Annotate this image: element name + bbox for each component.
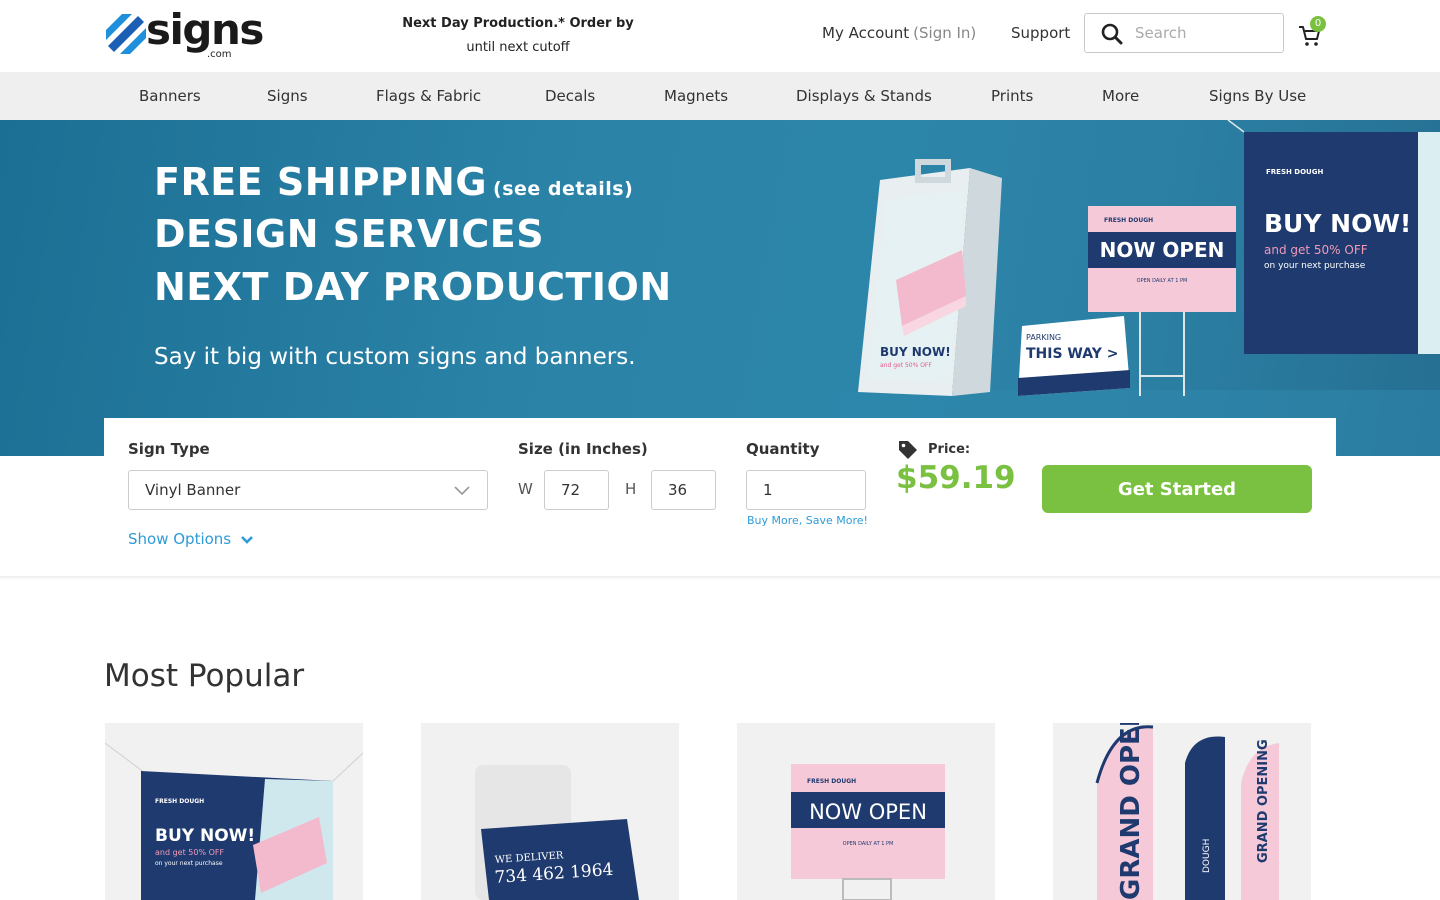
sign-type-label: Sign Type bbox=[128, 440, 210, 458]
next-day-promo: Next Day Production.* Order by until nex… bbox=[398, 12, 638, 60]
card4-flag2-text: DOUGH bbox=[1202, 839, 1212, 873]
nav-item-signs[interactable]: Signs bbox=[267, 87, 308, 105]
promo-line-1: Next Day Production.* Order by bbox=[402, 16, 634, 31]
cart-count-badge: 0 bbox=[1310, 16, 1326, 32]
width-input[interactable] bbox=[544, 470, 609, 510]
get-started-button[interactable]: Get Started bbox=[1042, 465, 1312, 513]
nav-item-signs-by-use[interactable]: Signs By Use bbox=[1209, 87, 1306, 105]
cart-button[interactable]: 0 bbox=[1296, 16, 1328, 50]
height-letter: H bbox=[625, 480, 637, 498]
quantity-input[interactable] bbox=[746, 470, 866, 510]
yard-brand-text: FRESH DOUGH bbox=[1104, 217, 1153, 224]
search-icon[interactable] bbox=[1101, 23, 1123, 45]
sign-configurator: Sign Type Vinyl Banner Show Options Size… bbox=[104, 418, 1336, 576]
chevron-down-icon bbox=[240, 535, 253, 544]
height-input[interactable] bbox=[651, 470, 716, 510]
banner-sub1-text: and get 50% OFF bbox=[1264, 243, 1368, 257]
sign-type-value: Vinyl Banner bbox=[145, 481, 241, 499]
product-card-feather-flags[interactable]: GRAND OPENING DOUGH GRAND OPENING bbox=[1053, 723, 1311, 900]
main-nav: Banners Signs Flags & Fabric Decals Magn… bbox=[0, 72, 1440, 120]
hero-headline-3: NEXT DAY PRODUCTION bbox=[154, 265, 672, 309]
card3-title: NOW OPEN bbox=[809, 800, 927, 824]
card3-brand: FRESH DOUGH bbox=[807, 778, 856, 785]
aframe-subtext: and get 50% OFF bbox=[880, 362, 932, 369]
feather-flags-product-image: GRAND OPENING DOUGH GRAND OPENING bbox=[1095, 723, 1279, 900]
card1-title: BUY NOW! bbox=[155, 826, 255, 846]
chevron-down-icon bbox=[454, 486, 470, 496]
account-label: My Account bbox=[822, 24, 910, 42]
banner-title-text: BUY NOW! bbox=[1264, 209, 1411, 238]
card3-sub: OPEN DAILY AT 1 PM bbox=[843, 841, 894, 847]
price-value: $59.19 bbox=[896, 460, 1016, 496]
show-options-label: Show Options bbox=[128, 530, 232, 548]
nav-item-prints[interactable]: Prints bbox=[991, 87, 1033, 105]
nav-item-banners[interactable]: Banners bbox=[139, 87, 201, 105]
product-card-yard-sign[interactable]: FRESH DOUGH NOW OPEN OPEN DAILY AT 1 PM bbox=[737, 723, 995, 900]
see-details-link[interactable]: (see details) bbox=[493, 178, 633, 200]
support-link[interactable]: Support bbox=[1011, 24, 1070, 42]
aframe-text: BUY NOW! bbox=[880, 345, 951, 359]
card4-flag1-text: GRAND OPENING bbox=[1116, 723, 1146, 900]
logo-suffix: .com bbox=[207, 49, 232, 60]
banner-brand-text: FRESH DOUGH bbox=[1266, 168, 1323, 176]
hero-product-image: BUY NOW! and get 50% OFF NOW OPEN OPEN D… bbox=[840, 120, 1440, 456]
sign-in-link[interactable]: (Sign In) bbox=[913, 24, 976, 42]
yard-sign-subtext: OPEN DAILY AT 1 PM bbox=[1137, 278, 1188, 284]
product-card-aluminum-sign[interactable]: WE DELIVER 734 462 1964 bbox=[421, 723, 679, 900]
free-shipping-text: FREE SHIPPING bbox=[154, 160, 488, 204]
most-popular-title: Most Popular bbox=[104, 658, 305, 694]
card4-flag3-text: GRAND OPENING bbox=[1256, 739, 1271, 863]
sign-type-select[interactable]: Vinyl Banner bbox=[128, 470, 488, 510]
banner-product-image: FRESH DOUGH BUY NOW! and get 50% OFF on … bbox=[105, 742, 363, 900]
parking-main-text: THIS WAY > bbox=[1026, 346, 1118, 362]
signs-logo[interactable]: signs .com bbox=[104, 8, 264, 60]
search-box bbox=[1084, 13, 1284, 53]
nav-item-flags-fabric[interactable]: Flags & Fabric bbox=[376, 87, 481, 105]
hero-headline-1: FREE SHIPPING (see details) bbox=[154, 160, 633, 204]
parking-top-text: PARKING bbox=[1026, 333, 1061, 342]
show-options-link[interactable]: Show Options bbox=[128, 530, 254, 548]
banner-sub2-text: on your next purchase bbox=[1264, 261, 1366, 271]
hero-banner: FREE SHIPPING (see details) DESIGN SERVIC… bbox=[0, 120, 1440, 456]
yard-sign-product-image: FRESH DOUGH NOW OPEN OPEN DAILY AT 1 PM bbox=[791, 764, 945, 900]
nav-item-more[interactable]: More bbox=[1102, 87, 1139, 105]
my-account-link[interactable]: My Account (Sign In) bbox=[822, 24, 976, 42]
logo-stripes-icon bbox=[106, 14, 146, 54]
width-letter: W bbox=[518, 480, 533, 498]
nav-item-decals[interactable]: Decals bbox=[545, 87, 595, 105]
hero-headline-2: DESIGN SERVICES bbox=[154, 212, 545, 256]
price-tag-icon bbox=[899, 441, 917, 459]
yard-sign-text: NOW OPEN bbox=[1100, 238, 1225, 262]
nav-item-magnets[interactable]: Magnets bbox=[664, 87, 728, 105]
size-label: Size (in Inches) bbox=[518, 440, 648, 458]
card1-sub1: and get 50% OFF bbox=[155, 848, 224, 857]
buy-more-save-more-link[interactable]: Buy More, Save More! bbox=[747, 514, 868, 527]
site-header: signs .com Next Day Production.* Order b… bbox=[0, 0, 1440, 72]
aluminum-sign-product-image: WE DELIVER 734 462 1964 bbox=[475, 765, 639, 900]
card1-brand: FRESH DOUGH bbox=[155, 798, 204, 805]
configurator-shadow bbox=[0, 576, 1440, 580]
card1-sub2: on your next purchase bbox=[155, 860, 223, 867]
price-label: Price: bbox=[928, 442, 971, 457]
promo-line-2: until next cutoff bbox=[466, 40, 570, 55]
hero-subtitle: Say it big with custom signs and banners… bbox=[154, 344, 636, 370]
product-card-banner[interactable]: FRESH DOUGH BUY NOW! and get 50% OFF on … bbox=[105, 723, 363, 900]
nav-item-displays-stands[interactable]: Displays & Stands bbox=[796, 87, 932, 105]
quantity-label: Quantity bbox=[746, 440, 820, 458]
logo-text: signs bbox=[146, 5, 264, 54]
search-input[interactable] bbox=[1135, 20, 1275, 46]
